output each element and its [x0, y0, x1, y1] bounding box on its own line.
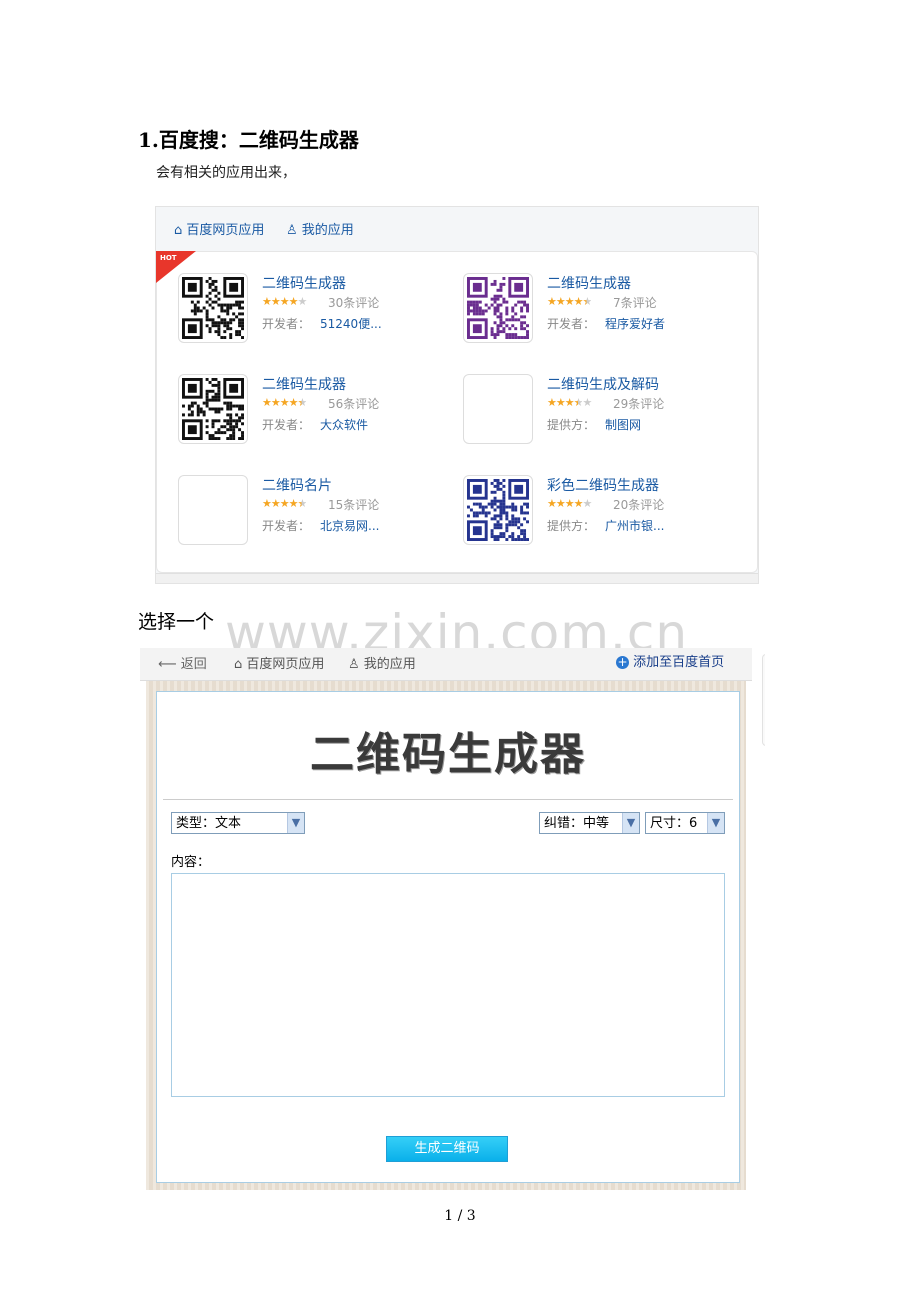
chevron-down-icon: ▼	[287, 813, 304, 833]
app-title-link[interactable]: 二维码生成器	[262, 374, 346, 394]
app-title-link[interactable]: 二维码名片	[262, 475, 332, 495]
star-rating: ★★★★★	[547, 396, 592, 409]
nav-mine-label: 我的应用	[363, 657, 416, 672]
arrow-left-icon: ⟵	[158, 657, 177, 672]
nav-home-label: 百度网页应用	[186, 223, 265, 238]
chevron-down-icon: ▼	[622, 813, 639, 833]
nav-home-label: 百度网页应用	[246, 657, 325, 672]
star-rating: ★★★★★	[547, 497, 592, 510]
review-count: 56条评论	[328, 397, 380, 411]
developer-link[interactable]: 北京易网...	[320, 519, 379, 533]
nav-home-link[interactable]: ⌂ 百度网页应用	[234, 653, 324, 672]
add-home-link[interactable]: + 添加至百度首页	[616, 651, 724, 670]
page-number: 1 / 3	[444, 1208, 476, 1224]
size-select[interactable]: 尺寸：6 ▼	[645, 812, 725, 834]
app-title-link[interactable]: 二维码生成及解码	[547, 374, 659, 394]
developer-label: 提供方：	[547, 418, 596, 432]
side-tab-char: 应	[763, 671, 765, 687]
generator-panel: 二维码生成器 类型：文本 ▼ 纠错：中等 ▼ 尺寸：6 ▼ 内容： 生成二维码	[156, 691, 740, 1183]
nav-home-link[interactable]: ⌂ 百度网页应用	[174, 219, 264, 238]
home-icon: ⌂	[234, 657, 243, 672]
hot-badge: HOT	[160, 254, 177, 262]
side-tab-char: 推	[763, 703, 765, 719]
developer-label: 提供方：	[547, 519, 596, 533]
side-tab-char: 用	[763, 687, 765, 703]
error-select-value: 纠错：中等	[544, 816, 610, 831]
heading-choose-one: 选择一个	[138, 611, 215, 633]
chevron-down-icon: ▼	[707, 813, 724, 833]
heading-step-1: 1.百度搜：二维码生成器	[138, 128, 359, 152]
app-icon-placeholder[interactable]	[463, 374, 533, 444]
app-logo-title: 二维码生成器	[310, 729, 586, 780]
nav-mine-link[interactable]: ♙ 我的应用	[348, 653, 416, 672]
app-icon-placeholder[interactable]	[178, 475, 248, 545]
app-top-bar: ⟵ 返回 ⌂ 百度网页应用 ♙ 我的应用 + 添加至百度首页	[140, 648, 752, 681]
developer-line: 开发者： 51240便...	[262, 315, 382, 332]
screenshot-qr-generator: ⟵ 返回 ⌂ 百度网页应用 ♙ 我的应用 + 添加至百度首页 » 应 用 推 荐…	[140, 648, 765, 1190]
app-item[interactable]: 二维码生成器 ★★★★★ 56条评论开发者： 大众软件	[178, 374, 458, 454]
review-count: 15条评论	[328, 498, 380, 512]
app-title-link[interactable]: 彩色二维码生成器	[547, 475, 659, 495]
qr-code-icon[interactable]	[178, 273, 248, 343]
app-list-footer	[156, 573, 758, 583]
qr-code-icon[interactable]	[463, 475, 533, 545]
user-icon: ♙	[348, 657, 360, 672]
developer-line: 开发者： 大众软件	[262, 416, 368, 433]
content-label: 内容：	[171, 855, 211, 870]
side-tab-char: 荐	[763, 719, 765, 735]
developer-link[interactable]: 51240便...	[320, 317, 382, 331]
app-nav-bar: ⌂ 百度网页应用 ♙ 我的应用	[156, 207, 758, 247]
developer-line: 开发者： 北京易网...	[262, 517, 379, 534]
type-select-value: 类型：文本	[176, 816, 242, 831]
developer-link[interactable]: 大众软件	[320, 418, 368, 432]
star-rating: ★★★★★	[262, 396, 307, 409]
app-title-link[interactable]: 二维码生成器	[262, 273, 346, 293]
app-title-link[interactable]: 二维码生成器	[547, 273, 631, 293]
back-label: 返回	[180, 657, 207, 672]
review-count: 30条评论	[328, 296, 380, 310]
qr-code-icon[interactable]	[178, 374, 248, 444]
size-select-value: 尺寸：6	[650, 816, 698, 831]
divider	[163, 799, 733, 800]
star-rating: ★★★★★	[262, 497, 307, 510]
qr-code-icon[interactable]	[463, 273, 533, 343]
recommend-side-tab[interactable]: » 应 用 推 荐	[762, 654, 765, 746]
developer-line: 提供方： 广州市银...	[547, 517, 664, 534]
developer-link[interactable]: 制图网	[605, 418, 641, 432]
paragraph-apps-appear: 会有相关的应用出来，	[156, 165, 296, 181]
content-textarea[interactable]	[171, 873, 725, 1097]
screenshot-app-results: ⌂ 百度网页应用 ♙ 我的应用 HOT 二维码生成器 ★★★★★ 30条评论开发者：…	[155, 206, 759, 584]
star-rating: ★★★★★	[262, 295, 307, 308]
developer-label: 开发者：	[262, 317, 311, 331]
developer-label: 开发者：	[547, 317, 596, 331]
nav-mine-label: 我的应用	[301, 223, 354, 238]
type-select[interactable]: 类型：文本 ▼	[171, 812, 305, 834]
developer-link[interactable]: 广州市银...	[605, 519, 664, 533]
app-item[interactable]: 彩色二维码生成器 ★★★★★ 20条评论提供方： 广州市银...	[463, 475, 743, 555]
developer-link[interactable]: 程序爱好者	[605, 317, 665, 331]
star-rating: ★★★★★	[547, 295, 592, 308]
app-item[interactable]: 二维码名片 ★★★★★ 15条评论开发者： 北京易网...	[178, 475, 458, 555]
home-icon: ⌂	[174, 223, 183, 238]
app-item[interactable]: 二维码生成器 ★★★★★ 7条评论开发者： 程序爱好者	[463, 273, 743, 353]
generate-qr-button[interactable]: 生成二维码	[386, 1136, 508, 1162]
developer-label: 开发者：	[262, 519, 311, 533]
error-correction-select[interactable]: 纠错：中等 ▼	[539, 812, 640, 834]
double-chevron-icon: »	[763, 655, 765, 671]
review-count: 7条评论	[613, 296, 657, 310]
developer-label: 开发者：	[262, 418, 311, 432]
nav-mine-link[interactable]: ♙ 我的应用	[286, 219, 354, 238]
review-count: 20条评论	[613, 498, 665, 512]
user-icon: ♙	[286, 223, 298, 238]
developer-line: 开发者： 程序爱好者	[547, 315, 665, 332]
developer-line: 提供方： 制图网	[547, 416, 641, 433]
plus-circle-icon: +	[616, 655, 629, 669]
app-item[interactable]: 二维码生成器 ★★★★★ 30条评论开发者： 51240便...	[178, 273, 458, 353]
review-count: 29条评论	[613, 397, 665, 411]
add-home-label: 添加至百度首页	[633, 655, 725, 670]
back-link[interactable]: ⟵ 返回	[158, 653, 207, 672]
app-item[interactable]: 二维码生成及解码 ★★★★★ 29条评论提供方： 制图网	[463, 374, 743, 454]
